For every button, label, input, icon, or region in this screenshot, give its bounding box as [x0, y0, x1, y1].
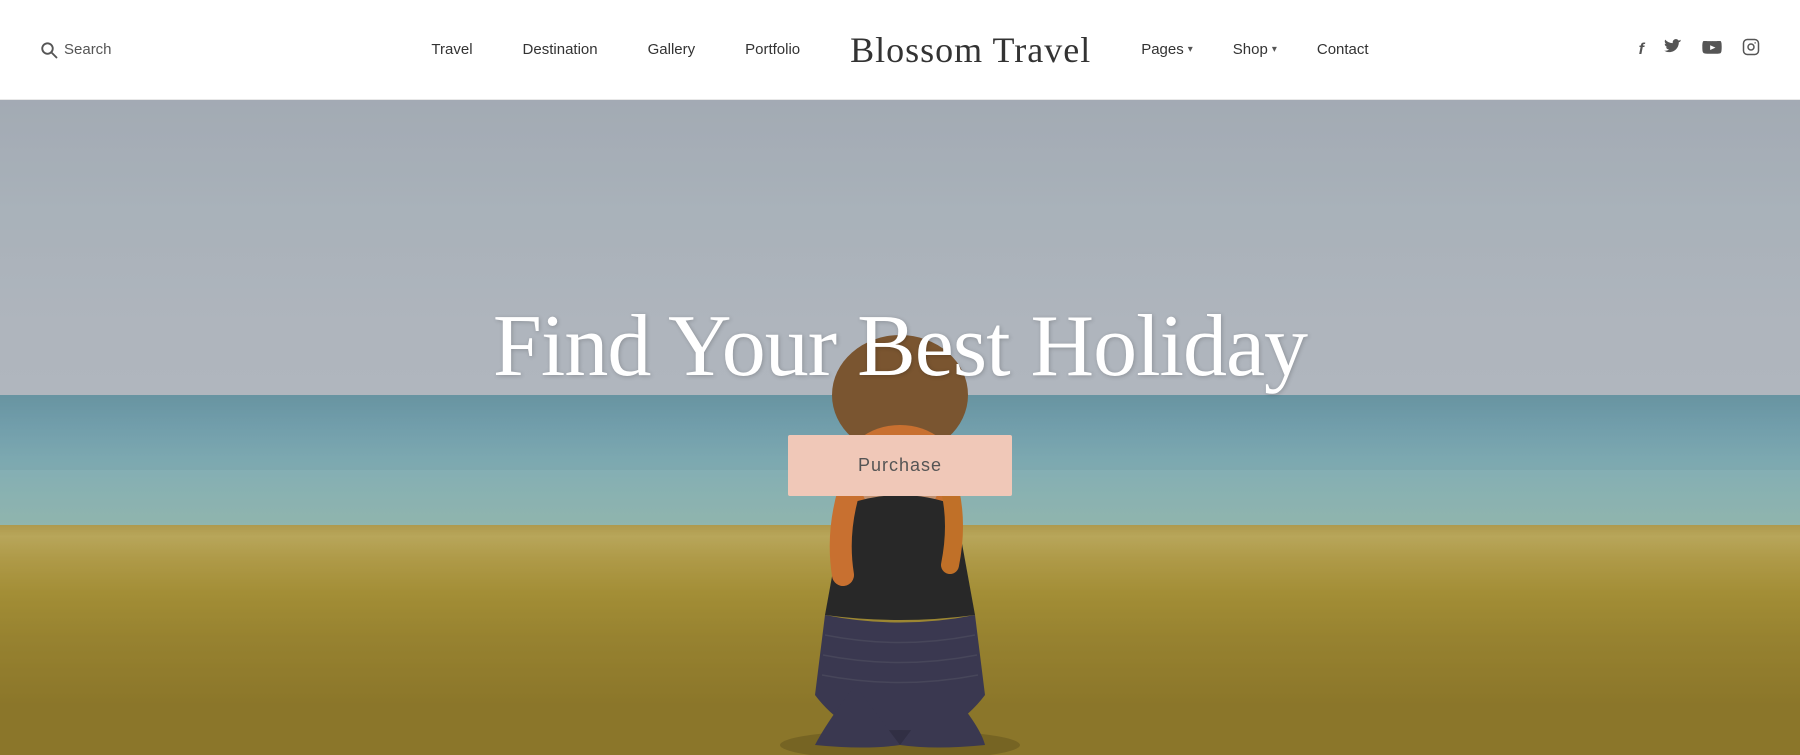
- hero-title: Find Your Best Holiday: [493, 299, 1307, 396]
- purchase-button[interactable]: Purchase: [788, 435, 1012, 496]
- youtube-icon[interactable]: [1702, 39, 1722, 60]
- pages-dropdown-arrow: ▾: [1188, 44, 1193, 55]
- search-label: Search: [64, 41, 112, 58]
- social-icons-group: f: [1639, 38, 1760, 61]
- instagram-icon[interactable]: [1742, 38, 1760, 61]
- twitter-icon[interactable]: [1664, 39, 1682, 60]
- nav-item-contact[interactable]: Contact: [1317, 41, 1369, 58]
- nav-item-gallery[interactable]: Gallery: [648, 41, 696, 58]
- hero-content: Find Your Best Holiday Purchase: [493, 299, 1307, 497]
- nav-item-travel[interactable]: Travel: [431, 41, 472, 58]
- nav-item-pages[interactable]: Pages ▾: [1141, 41, 1193, 58]
- shop-dropdown-arrow: ▾: [1272, 44, 1277, 55]
- nav-right-group: Pages ▾ Shop ▾ Contact: [1141, 41, 1368, 58]
- nav-item-destination[interactable]: Destination: [523, 41, 598, 58]
- search-icon: [40, 41, 58, 59]
- nav-item-portfolio[interactable]: Portfolio: [745, 41, 800, 58]
- search-area[interactable]: Search: [40, 41, 112, 59]
- facebook-icon[interactable]: f: [1639, 41, 1644, 59]
- nav-item-shop[interactable]: Shop ▾: [1233, 41, 1277, 58]
- site-logo: Blossom Travel: [850, 29, 1091, 71]
- main-nav: Travel Destination Gallery Portfolio Blo…: [431, 29, 1368, 71]
- nav-left-group: Travel Destination Gallery Portfolio: [431, 41, 800, 58]
- hero-section: Find Your Best Holiday Purchase: [0, 100, 1800, 755]
- site-header: Search Travel Destination Gallery Portfo…: [0, 0, 1800, 100]
